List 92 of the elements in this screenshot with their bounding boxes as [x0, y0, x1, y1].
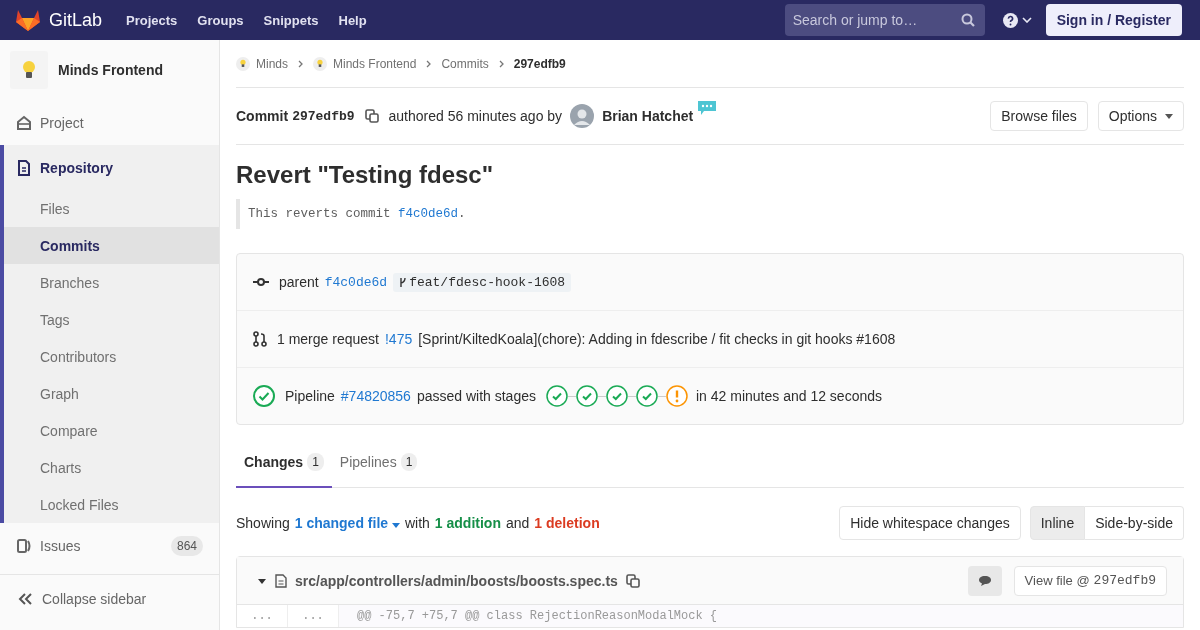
parent-label: parent: [279, 274, 319, 290]
commit-sha: 297edfb9: [292, 108, 355, 124]
parent-commit-link[interactable]: f4c0de6d: [324, 274, 388, 290]
additions-count: 1 addition: [434, 515, 501, 531]
showing-label: Showing: [236, 515, 290, 531]
sidebar-item[interactable]: Project: [4, 100, 219, 145]
speech-bubble-icon: [977, 574, 992, 587]
comment-button[interactable]: [967, 565, 1002, 596]
passed-stage-icon[interactable]: [636, 385, 658, 407]
file-path[interactable]: src/app/controllers/admin/boosts/boosts.spec.ts: [295, 572, 618, 589]
pipeline-status-text: passed with stages: [416, 388, 536, 404]
commit-node-icon: [253, 278, 269, 286]
sidebar-subitem[interactable]: Branches: [4, 264, 219, 301]
tab[interactable]: Pipelines 1: [331, 437, 426, 488]
browse-files-button[interactable]: Browse files: [990, 101, 1088, 131]
merge-request-count: 1 merge request: [277, 331, 379, 347]
issues-icon: [16, 537, 32, 554]
brand-name[interactable]: GitLab: [49, 9, 103, 31]
deletions-count: 1 deletion: [534, 515, 600, 531]
pipeline-duration: in 42 minutes and 12 seconds: [696, 388, 882, 404]
document-icon: [16, 159, 32, 176]
merge-request-link[interactable]: !475: [384, 331, 413, 347]
branch-tag[interactable]: feat/fdesc-hook-1608: [393, 272, 572, 292]
lightbulb-icon: [22, 60, 36, 80]
house-icon: [16, 114, 32, 131]
view-mode-button[interactable]: Side-by-side: [1085, 506, 1184, 540]
sidebar-item[interactable]: Issues 864: [4, 523, 219, 568]
lightbulb-icon: [240, 59, 246, 68]
chevron-right-icon: [498, 59, 504, 68]
changed-files-dropdown[interactable]: 1 changed file: [294, 515, 400, 531]
nav-link[interactable]: Groups: [197, 12, 244, 28]
speech-bubble-icon: [697, 100, 718, 116]
chevron-right-icon: [298, 59, 303, 68]
commit-title: Revert "Testing fdesc": [236, 161, 495, 189]
breadcrumb-link[interactable]: Commits: [441, 56, 489, 71]
view-file-button[interactable]: View file @ 297edfb9: [1013, 565, 1167, 596]
sign-in-button[interactable]: Sign in / Register: [1045, 4, 1182, 36]
chevron-down-icon: [1021, 17, 1032, 23]
commit-label: Commit: [236, 108, 289, 124]
issue-count: 864: [170, 535, 203, 556]
nav-link[interactable]: Projects: [126, 12, 178, 28]
sidebar-subitem[interactable]: Commits: [4, 227, 219, 264]
diff-hunk-header: @@ -75,7 +75,7 @@ class RejectionReasonModalMock {: [339, 605, 1183, 627]
copy-icon[interactable]: [364, 109, 379, 123]
sidebar-subitem[interactable]: Contributors: [4, 338, 219, 375]
sidebar-item[interactable]: Repository: [4, 145, 219, 190]
passed-stage-icon[interactable]: [576, 385, 598, 407]
caret-down-icon: [391, 523, 400, 528]
pipeline-link[interactable]: #74820856: [340, 388, 411, 404]
nav-link[interactable]: Help: [338, 12, 367, 28]
with-label: with: [404, 515, 430, 531]
merge-request-title: [Sprint/KiltedKoala](chore): Adding in fdescribe / fit checks in git hooks #1608: [418, 331, 896, 347]
collapse-sidebar-button[interactable]: Collapse sidebar: [0, 574, 219, 623]
sidebar-subitem[interactable]: Charts: [4, 449, 219, 486]
sidebar-subitem[interactable]: Compare: [4, 412, 219, 449]
breadcrumb-link[interactable]: Minds: [256, 56, 288, 71]
search-icon: [960, 13, 975, 27]
double-chevron-left-icon: [18, 593, 32, 605]
search-field[interactable]: Search or jump to…: [784, 4, 985, 36]
passed-status-icon: [253, 385, 275, 407]
lightbulb-icon: [317, 59, 323, 68]
options-dropdown[interactable]: Options: [1097, 101, 1184, 131]
sidebar-subitem[interactable]: Locked Files: [4, 486, 219, 523]
caret-down-icon: [1165, 113, 1173, 119]
help-icon: [1002, 12, 1018, 28]
line-number: ...: [237, 605, 288, 627]
breadcrumb-link[interactable]: 297edfb9: [513, 56, 566, 71]
project-name: Minds Frontend: [58, 62, 163, 78]
passed-stage-icon[interactable]: [546, 385, 568, 407]
authored-text: authored 56 minutes ago by: [388, 108, 563, 124]
sidebar-subitem[interactable]: Tags: [4, 301, 219, 338]
branch-icon: [399, 276, 408, 288]
help-dropdown[interactable]: [1002, 12, 1032, 28]
commit-description: This reverts commit f4c0de6d.: [236, 199, 1184, 229]
breadcrumb-link[interactable]: Minds Frontend: [333, 56, 417, 71]
sidebar-subitem[interactable]: Files: [4, 190, 219, 227]
avatar-silhouette: [570, 104, 595, 128]
passed-stage-icon[interactable]: [606, 385, 628, 407]
fox-logo-icon[interactable]: [15, 8, 41, 32]
nav-link[interactable]: Snippets: [263, 12, 319, 28]
sidebar-subitem[interactable]: Graph: [4, 375, 219, 412]
tab[interactable]: Changes 1: [236, 437, 332, 488]
copy-icon[interactable]: [625, 573, 640, 588]
author-link[interactable]: Brian Hatchet: [602, 108, 694, 124]
chevron-right-icon: [426, 59, 432, 68]
pipeline-label: Pipeline: [285, 388, 335, 404]
hide-whitespace-button[interactable]: Hide whitespace changes: [839, 506, 1021, 540]
view-mode-button[interactable]: Inline: [1029, 506, 1086, 540]
file-icon: [275, 573, 287, 588]
merge-request-icon: [253, 331, 267, 347]
and-label: and: [506, 515, 530, 531]
commit-link[interactable]: f4c0de6d: [398, 207, 459, 221]
